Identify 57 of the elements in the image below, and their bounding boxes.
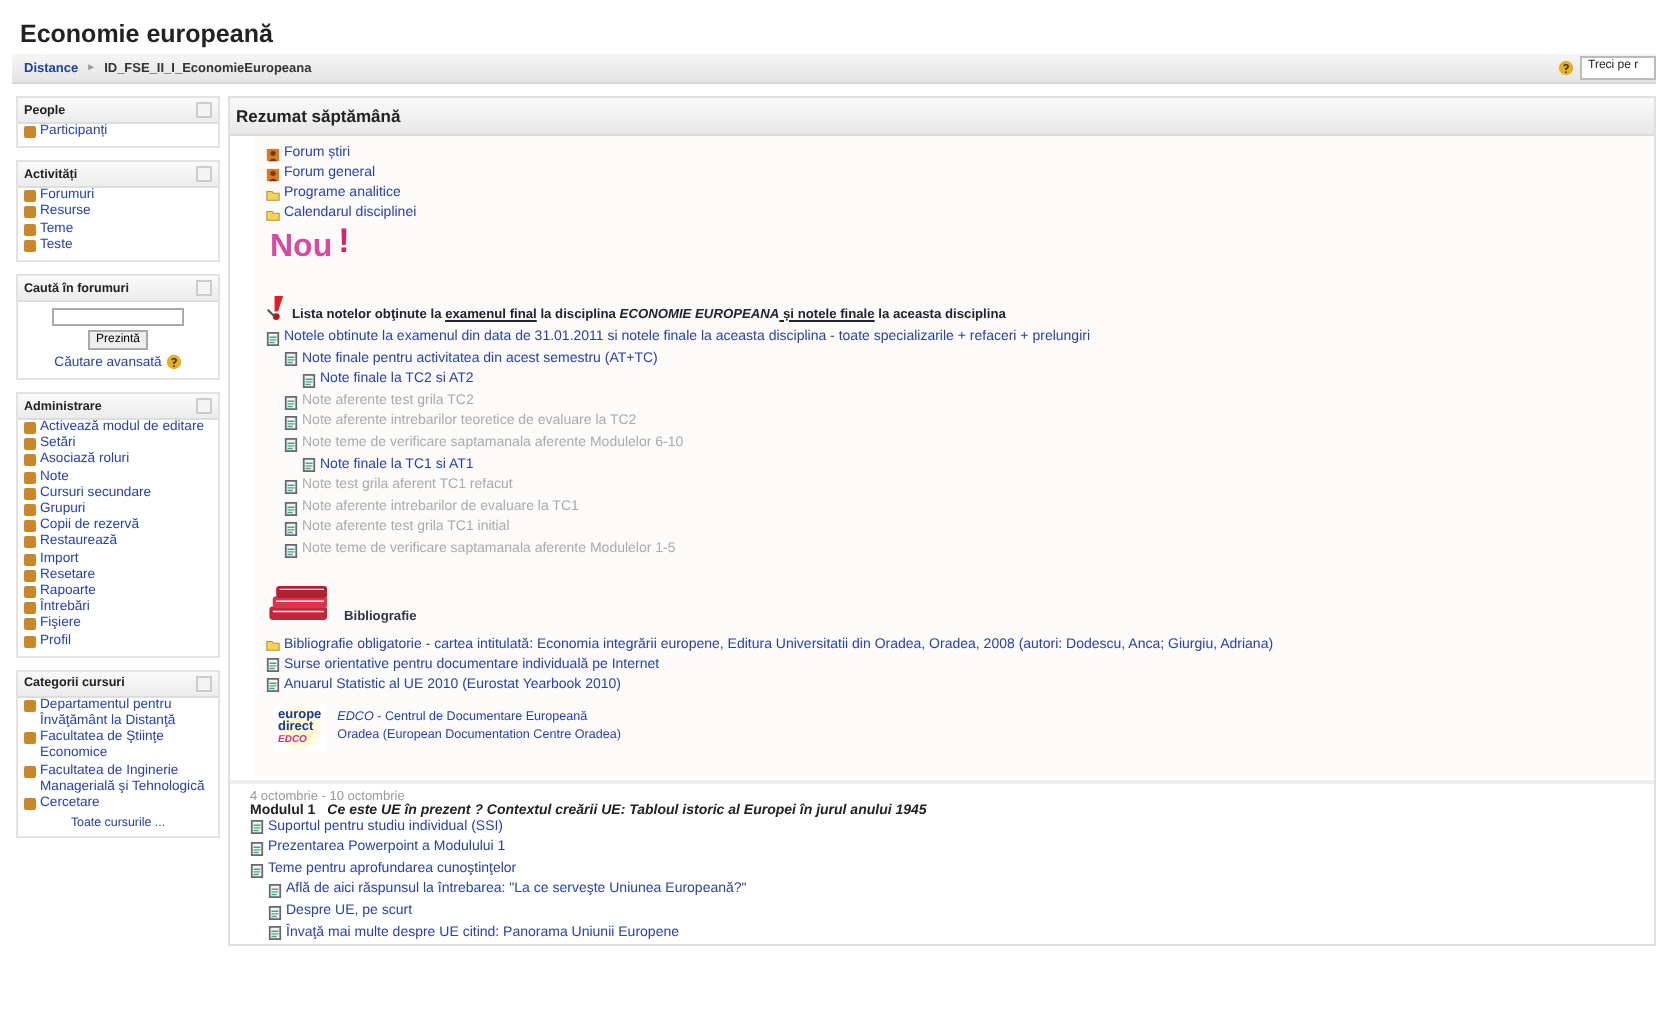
tile-icon — [24, 602, 36, 615]
tile-icon — [24, 471, 36, 484]
document-icon — [302, 373, 316, 388]
help-icon[interactable] — [165, 354, 182, 371]
document-icon — [250, 820, 264, 835]
new-label: Nou — [270, 230, 333, 266]
tile-icon — [24, 536, 36, 549]
tile-icon — [24, 569, 36, 582]
collapse-toggle[interactable] — [196, 166, 212, 183]
document-icon — [268, 905, 282, 920]
section-title: Rezumat săptămână — [236, 106, 401, 126]
people-icon — [266, 167, 280, 181]
document-icon — [284, 416, 298, 431]
tile-icon — [24, 223, 36, 236]
tile-icon — [24, 520, 36, 533]
document-icon — [250, 863, 264, 878]
tile-icon — [24, 553, 36, 566]
tile-icon — [24, 190, 36, 203]
document-icon — [284, 501, 298, 516]
document-icon — [284, 437, 298, 452]
folder-icon — [266, 638, 280, 653]
collapse-toggle[interactable] — [196, 102, 212, 118]
collapse-toggle[interactable] — [196, 398, 212, 415]
tile-icon — [24, 586, 36, 599]
help-icon[interactable] — [1558, 60, 1574, 76]
tile-icon — [24, 487, 36, 500]
document-icon — [284, 352, 298, 367]
document-icon — [266, 658, 280, 673]
tile-icon — [24, 422, 36, 435]
document-icon — [266, 331, 280, 346]
tile-icon — [24, 438, 36, 451]
document-icon — [268, 926, 282, 941]
collapse-toggle[interactable] — [196, 280, 212, 297]
document-icon — [284, 543, 298, 558]
tile-icon — [24, 798, 36, 811]
tile-icon — [24, 618, 36, 631]
document-icon — [268, 884, 282, 899]
document-icon — [302, 458, 316, 473]
search-field[interactable] — [52, 308, 184, 327]
document-icon — [250, 841, 264, 856]
exclamation-mark: ! — [338, 222, 350, 262]
tile-icon — [24, 635, 36, 648]
course-title: Economie europeană — [20, 20, 275, 48]
tile-icon — [24, 126, 36, 138]
people-icon — [266, 147, 280, 161]
document-icon — [266, 678, 280, 693]
document-icon — [284, 395, 298, 410]
tile-icon — [24, 454, 36, 467]
tile-icon — [24, 504, 36, 517]
tile-icon — [24, 206, 36, 219]
tile-icon — [24, 239, 36, 252]
tile-icon — [24, 765, 36, 778]
document-icon — [284, 479, 298, 494]
tile-icon — [24, 732, 36, 745]
document-icon — [284, 522, 298, 537]
tile-icon — [24, 699, 36, 712]
collapse-toggle[interactable] — [196, 675, 212, 692]
